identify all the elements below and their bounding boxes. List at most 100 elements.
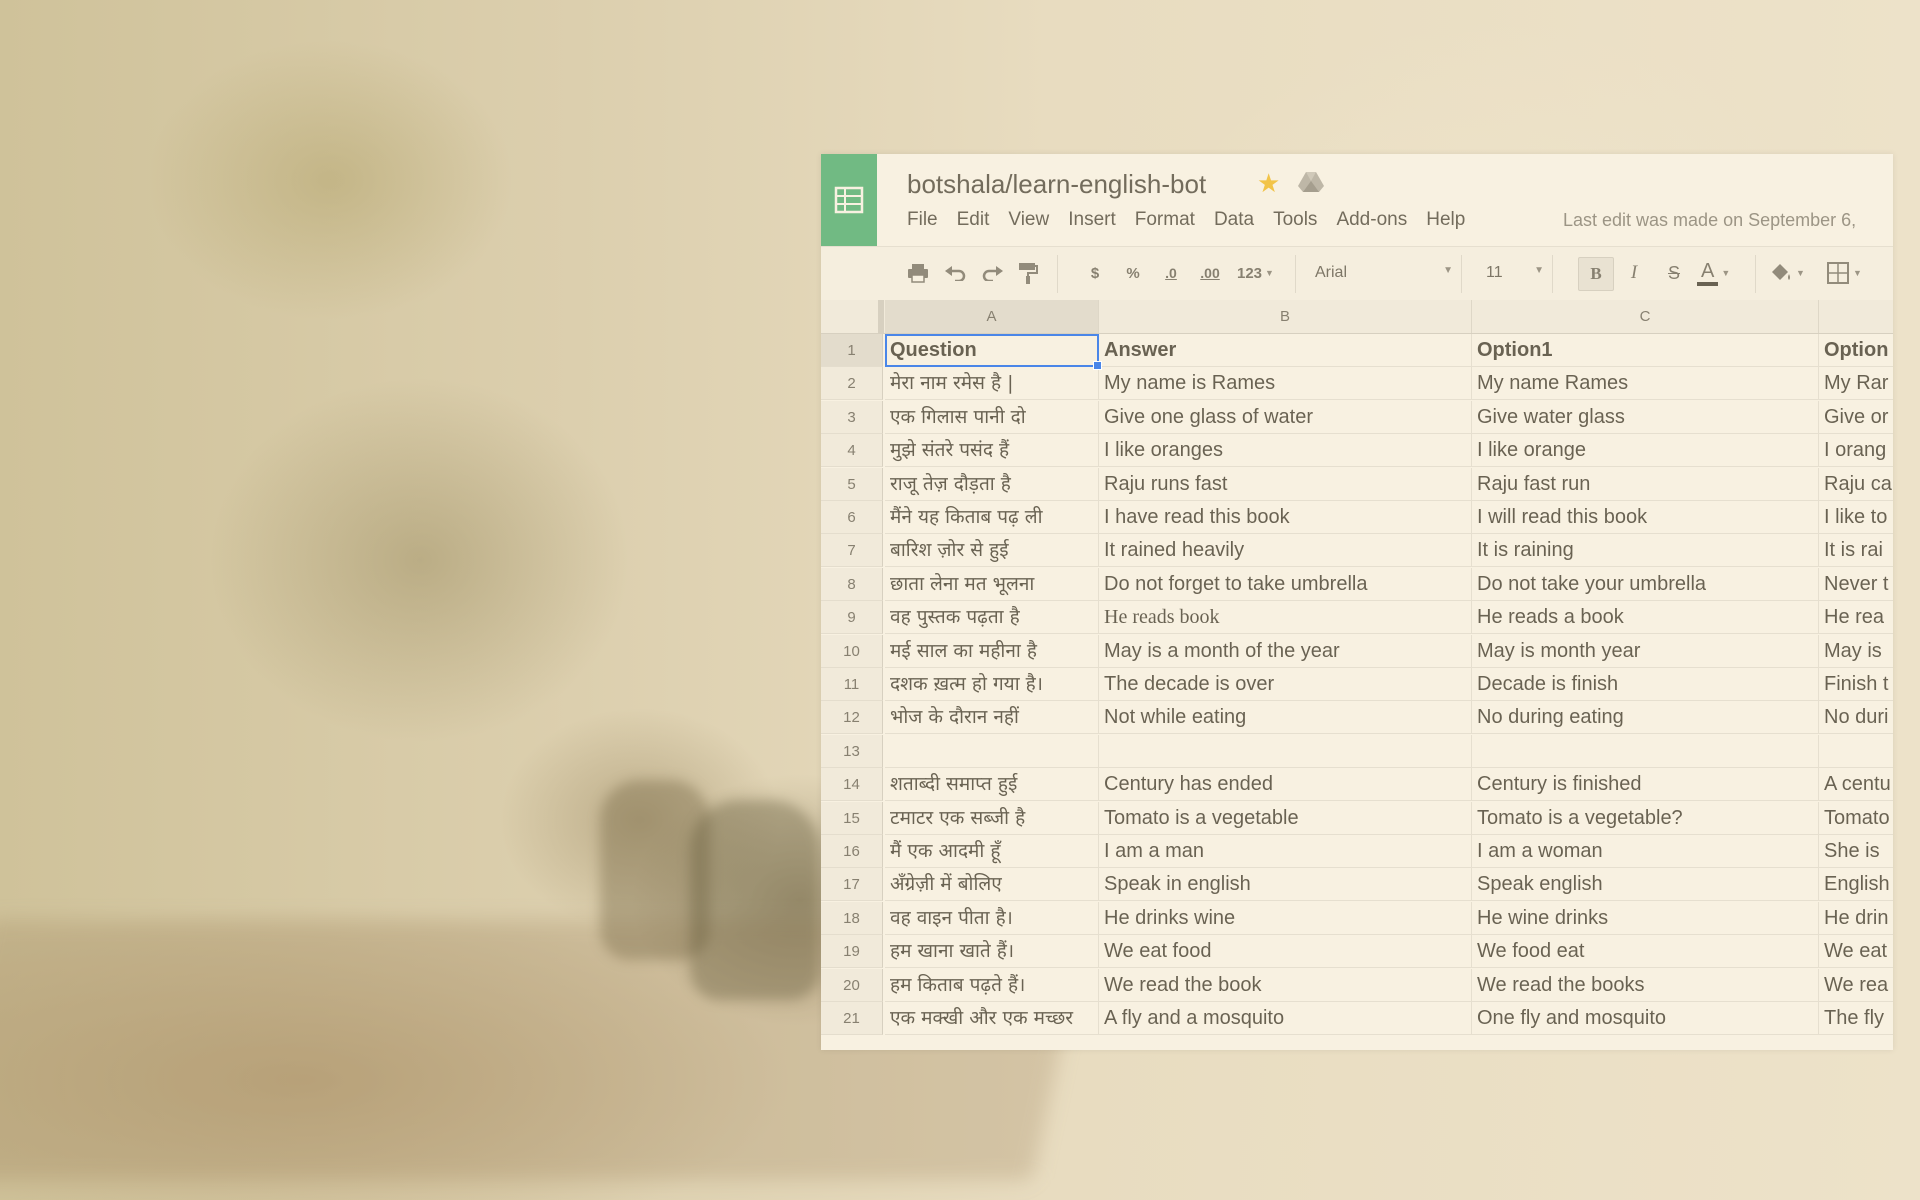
table-cell[interactable]: I like orange <box>1472 434 1819 468</box>
table-cell[interactable]: Century has ended <box>1099 768 1472 802</box>
font-family-select[interactable]: Arial ▼ <box>1313 257 1453 289</box>
table-cell[interactable]: It rained heavily <box>1099 534 1472 568</box>
table-cell[interactable]: Finish t <box>1819 668 1893 701</box>
table-cell[interactable]: No during eating <box>1472 701 1819 735</box>
table-cell[interactable] <box>1472 734 1819 768</box>
table-cell[interactable]: Give one glass of water <box>1099 400 1472 434</box>
row-number[interactable]: 17 <box>821 868 883 902</box>
table-cell[interactable]: We read the book <box>1099 968 1472 1002</box>
more-formats-button[interactable]: 123 ▼ <box>1237 257 1283 289</box>
table-cell[interactable]: He reads book <box>1099 601 1472 635</box>
bold-button[interactable]: B <box>1578 257 1614 291</box>
table-cell[interactable]: मेरा नाम रमेस है | <box>885 367 1099 401</box>
table-cell[interactable]: My Rar <box>1819 367 1893 401</box>
table-cell[interactable] <box>1099 734 1472 768</box>
table-cell[interactable]: He rea <box>1819 601 1893 635</box>
table-cell[interactable]: Do not take your umbrella <box>1472 567 1819 601</box>
menu-edit[interactable]: Edit <box>957 209 990 231</box>
table-cell[interactable]: राजू तेज़ दौड़ता है <box>885 467 1099 501</box>
table-cell[interactable]: Tomato <box>1819 801 1893 835</box>
table-cell[interactable]: It is raining <box>1472 534 1819 568</box>
column-header-a[interactable]: A <box>885 300 1099 333</box>
document-title[interactable]: botshala/learn-english-bot <box>907 169 1206 200</box>
table-cell[interactable]: The decade is over <box>1099 668 1472 701</box>
table-cell[interactable]: The fly <box>1819 1002 1893 1035</box>
undo-icon[interactable] <box>943 257 969 289</box>
table-cell[interactable]: मैं एक आदमी हूँ <box>885 835 1099 868</box>
table-cell[interactable]: Give or <box>1819 400 1893 434</box>
table-cell[interactable]: We food eat <box>1472 935 1819 969</box>
table-cell[interactable]: A fly and a mosquito <box>1099 1002 1472 1035</box>
table-cell[interactable]: Tomato is a vegetable <box>1099 801 1472 835</box>
table-cell[interactable] <box>885 734 1099 768</box>
table-cell[interactable]: Never t <box>1819 567 1893 601</box>
row-number[interactable]: 7 <box>821 534 883 568</box>
row-number[interactable]: 15 <box>821 801 883 835</box>
table-cell[interactable]: May is a month of the year <box>1099 634 1472 668</box>
row-number[interactable]: 14 <box>821 768 883 802</box>
table-cell[interactable]: I like to <box>1819 501 1893 534</box>
table-cell[interactable]: English <box>1819 868 1893 902</box>
row-number[interactable]: 20 <box>821 968 883 1002</box>
table-cell[interactable]: Tomato is a vegetable? <box>1472 801 1819 835</box>
table-cell[interactable]: We eat <box>1819 935 1893 969</box>
table-cell[interactable]: One fly and mosquito <box>1472 1002 1819 1035</box>
menu-addons[interactable]: Add-ons <box>1336 209 1407 231</box>
table-cell[interactable]: I am a man <box>1099 835 1472 868</box>
strikethrough-button[interactable]: S <box>1661 257 1687 289</box>
row-number[interactable]: 16 <box>821 835 883 868</box>
borders-icon[interactable]: ▼ <box>1827 257 1877 289</box>
increase-decimal-button[interactable]: .00 <box>1195 257 1225 289</box>
table-cell[interactable]: Speak english <box>1472 868 1819 902</box>
column-header-d[interactable] <box>1819 300 1893 333</box>
table-cell[interactable]: एक मक्खी और एक मच्छर <box>885 1002 1099 1035</box>
header-cell[interactable]: Option1 <box>1472 334 1819 367</box>
table-cell[interactable]: She is <box>1819 835 1893 868</box>
row-number[interactable]: 3 <box>821 400 883 434</box>
table-cell[interactable]: I orang <box>1819 434 1893 468</box>
table-cell[interactable]: We eat food <box>1099 935 1472 969</box>
table-cell[interactable]: छाता लेना मत भूलना <box>885 567 1099 601</box>
menu-tools[interactable]: Tools <box>1273 209 1317 231</box>
table-cell[interactable]: Century is finished <box>1472 768 1819 802</box>
percent-format-button[interactable]: % <box>1123 257 1143 289</box>
table-cell[interactable]: वह वाइन पीता है। <box>885 901 1099 935</box>
table-cell[interactable]: He drinks wine <box>1099 901 1472 935</box>
table-cell[interactable]: He reads a book <box>1472 601 1819 635</box>
column-header-b[interactable]: B <box>1099 300 1472 333</box>
fill-color-icon[interactable]: ▼ <box>1769 257 1813 289</box>
last-edit-link[interactable]: Last edit was made on September 6, <box>1563 210 1856 231</box>
table-cell[interactable]: We rea <box>1819 968 1893 1002</box>
table-cell[interactable]: हम खाना खाते हैं। <box>885 935 1099 969</box>
table-cell[interactable]: No duri <box>1819 701 1893 735</box>
row-number[interactable]: 10 <box>821 634 883 668</box>
row-number[interactable]: 8 <box>821 567 883 601</box>
table-cell[interactable]: Raju runs fast <box>1099 467 1472 501</box>
decrease-decimal-button[interactable]: .0 <box>1159 257 1183 289</box>
table-cell[interactable]: He drin <box>1819 901 1893 935</box>
table-cell[interactable]: टमाटर एक सब्जी है <box>885 801 1099 835</box>
print-icon[interactable] <box>905 257 931 289</box>
text-color-button[interactable]: A ▼ <box>1697 257 1747 289</box>
table-cell[interactable]: Raju ca <box>1819 467 1893 501</box>
row-number[interactable]: 13 <box>821 734 883 768</box>
row-number[interactable]: 1 <box>821 334 883 367</box>
menu-insert[interactable]: Insert <box>1068 209 1116 231</box>
sheets-logo-icon[interactable] <box>821 154 877 246</box>
row-number[interactable]: 21 <box>821 1002 883 1035</box>
row-number[interactable]: 5 <box>821 467 883 501</box>
row-number[interactable]: 11 <box>821 668 883 701</box>
row-number[interactable]: 4 <box>821 434 883 468</box>
table-cell[interactable]: I like oranges <box>1099 434 1472 468</box>
table-cell[interactable]: I have read this book <box>1099 501 1472 534</box>
table-cell[interactable]: बारिश ज़ोर से हुई <box>885 534 1099 568</box>
star-icon[interactable]: ★ <box>1257 168 1280 199</box>
row-number[interactable]: 12 <box>821 701 883 735</box>
italic-button[interactable]: I <box>1621 257 1647 289</box>
table-cell[interactable]: Raju fast run <box>1472 467 1819 501</box>
row-number[interactable]: 6 <box>821 501 883 534</box>
table-cell[interactable]: It is rai <box>1819 534 1893 568</box>
table-cell[interactable]: दशक ख़त्म हो गया है। <box>885 668 1099 701</box>
header-cell[interactable]: Option <box>1819 334 1893 367</box>
table-cell[interactable]: My name Rames <box>1472 367 1819 401</box>
